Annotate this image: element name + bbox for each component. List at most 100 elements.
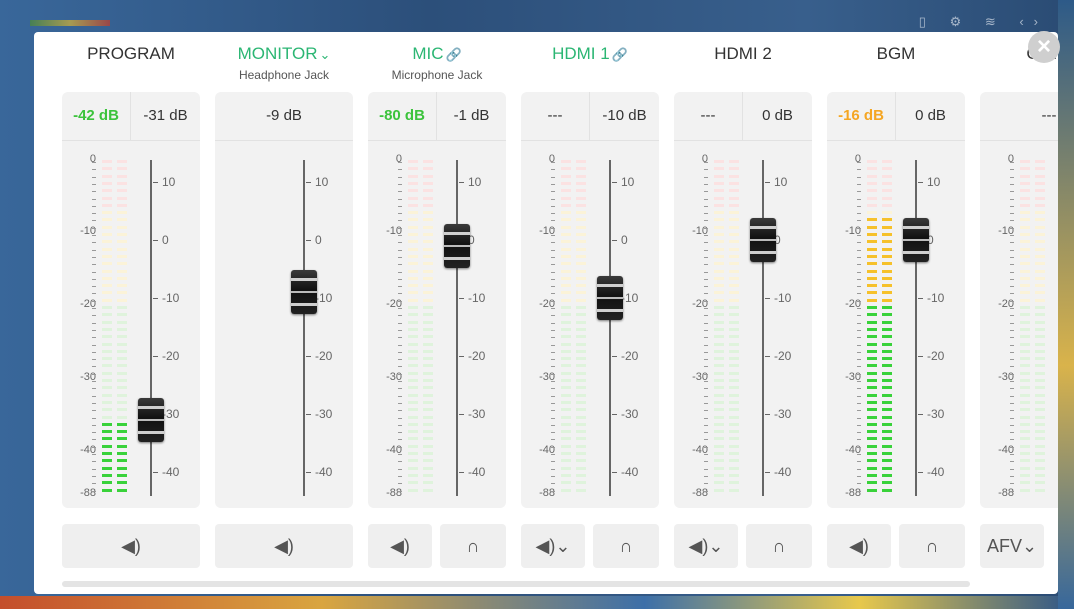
meter-segment — [408, 400, 418, 404]
meter-segment — [117, 342, 127, 346]
meter-scale-tick — [1010, 359, 1014, 361]
meter-scale-tick — [704, 315, 708, 317]
meter-segment — [117, 459, 127, 463]
meter-segment — [714, 430, 724, 434]
meter-segment — [102, 430, 112, 434]
channel-title[interactable]: HDMI 1 🔗 — [521, 44, 659, 64]
meter-segment — [867, 430, 877, 434]
meter-scale-tick — [857, 256, 861, 258]
fader-knob[interactable] — [291, 270, 317, 315]
meter-segment — [576, 203, 586, 207]
meter-segment — [1035, 459, 1045, 463]
meter-segment — [423, 408, 433, 412]
close-icon[interactable]: × — [1037, 33, 1051, 60]
meter-segment — [102, 320, 112, 324]
afv-button[interactable]: AFV⌄ — [980, 524, 1044, 568]
fader-scale-tick — [918, 472, 923, 473]
meter-scale-tick — [857, 490, 861, 492]
meter-segment — [882, 174, 892, 178]
meter-segment — [408, 167, 418, 171]
channel-monitor: MONITOR ⌄ Headphone Jack -9 dB 10 0 -10 -20 -30-… — [215, 32, 353, 572]
meter-scale-tick — [1010, 461, 1014, 463]
meter-segment — [1035, 357, 1045, 361]
meter-scale-tick — [857, 366, 861, 368]
meter-segment — [576, 225, 586, 229]
fader-knob[interactable] — [597, 276, 623, 320]
meter-segment — [1035, 379, 1045, 382]
meter-scale-tick — [398, 344, 402, 346]
meter-scale-tick — [398, 176, 402, 178]
fader-knob[interactable] — [138, 397, 164, 442]
meter-segment — [561, 342, 571, 346]
meter-segment — [729, 218, 739, 222]
meter-segment — [102, 488, 112, 492]
channel-title[interactable]: MIC 🔗 Microphone Jack — [368, 44, 506, 82]
meter-segment — [423, 276, 433, 280]
fader-scale-label: 10 — [927, 175, 941, 189]
horizontal-scrollbar[interactable] — [62, 581, 970, 587]
meter-segment — [882, 459, 892, 463]
meter-segment — [102, 174, 112, 178]
meter-segment — [117, 313, 127, 317]
meter-scale-tick — [704, 439, 708, 441]
channel-name: MIC — [412, 44, 444, 63]
meter-scale-tick — [398, 410, 402, 412]
fader-knob[interactable] — [903, 218, 929, 262]
meter-scale-tick — [704, 329, 708, 331]
fader-knob-band — [444, 256, 470, 260]
meter-segment — [867, 291, 877, 295]
meter-segment — [423, 430, 433, 434]
meter-segment — [867, 181, 877, 185]
meter-segment — [408, 327, 418, 331]
meter-segment — [408, 181, 418, 185]
meter-segment — [729, 488, 739, 492]
mute-button[interactable]: ◀) — [215, 524, 353, 568]
mute-button[interactable]: ◀) — [62, 524, 200, 568]
fader-scale-label: -30 — [774, 407, 792, 421]
meter-segment — [1020, 211, 1030, 215]
meter-scale-tick — [551, 439, 555, 441]
meter-segment — [408, 306, 418, 309]
mute-button[interactable]: ◀) — [368, 524, 432, 568]
meter-segment — [117, 211, 127, 215]
mute-button[interactable]: ◀)⌄ — [674, 524, 738, 568]
mute-button[interactable]: ◀)⌄ — [521, 524, 585, 568]
fader-knob[interactable] — [444, 223, 470, 268]
monitor-button[interactable]: ∩ — [440, 524, 506, 568]
meter-scale-tick — [1010, 293, 1014, 295]
meter-segment — [576, 306, 586, 309]
meter-scale-tick — [704, 395, 708, 397]
meter-scale-tick — [398, 483, 402, 485]
meter-segment — [1035, 342, 1045, 346]
meter-scale-tick — [92, 373, 96, 375]
meter-segment — [102, 415, 112, 419]
meter-segment — [1035, 181, 1045, 185]
fader-knob-center-line — [903, 239, 929, 241]
meter-segment — [576, 247, 586, 251]
meter-segment — [408, 211, 418, 215]
meter-segment — [102, 211, 112, 215]
fader-track — [762, 160, 764, 496]
meter-scale-tick — [551, 322, 555, 324]
monitor-button[interactable]: ∩ — [746, 524, 812, 568]
meter-segment — [576, 167, 586, 171]
mute-button[interactable]: ◀) — [827, 524, 891, 568]
meter-segment — [714, 313, 724, 317]
meter-segment — [576, 181, 586, 185]
meter-segment — [1035, 335, 1045, 339]
fader-knob[interactable] — [750, 218, 776, 262]
monitor-button[interactable]: ∩ — [899, 524, 965, 568]
meter-scale-tick — [92, 381, 96, 382]
meter-scale-tick — [857, 351, 861, 353]
meter-scale-tick — [92, 213, 96, 215]
meter-scale-tick — [551, 176, 555, 178]
fader-knob-center-line — [750, 239, 776, 241]
meter-segment — [882, 364, 892, 368]
channel-title[interactable]: MONITOR ⌄ Headphone Jack — [215, 44, 353, 82]
fader-scale-tick — [612, 414, 617, 415]
fader-scale-label: -10 — [162, 291, 180, 305]
meter-segment — [729, 473, 739, 477]
meter-segment — [1035, 269, 1045, 273]
close-button[interactable]: × — [1028, 31, 1060, 63]
monitor-button[interactable]: ∩ — [593, 524, 659, 568]
